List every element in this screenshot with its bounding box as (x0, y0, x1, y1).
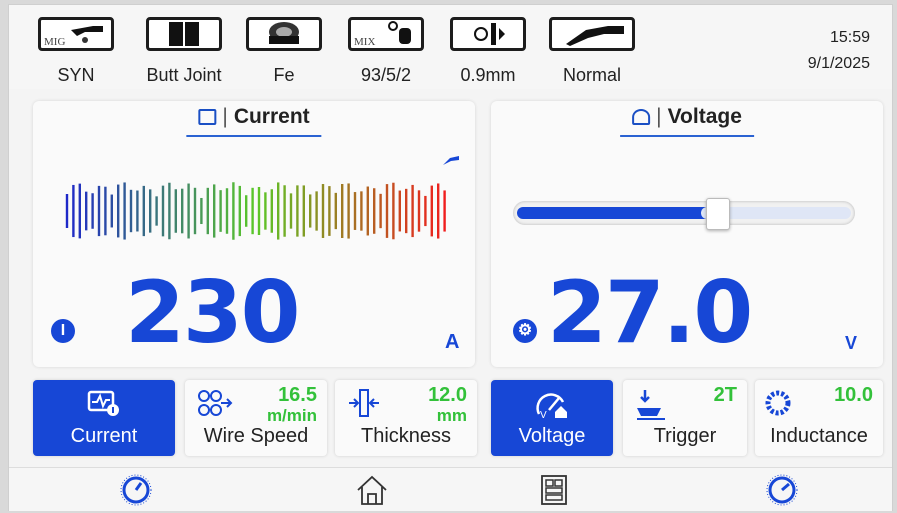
mode-syn-label: SYN (57, 65, 95, 85)
material[interactable]: Fe (229, 13, 339, 89)
thickness-icon (349, 389, 379, 417)
tile-thickness[interactable]: 12.0 mm Thickness (335, 380, 477, 456)
torch-icon (549, 17, 635, 51)
wire-speed-unit: m/min (266, 406, 317, 425)
current-monitor-icon (198, 109, 217, 125)
current-panel: | Current I 230 A (33, 101, 475, 367)
torch-mode-label: Normal (562, 65, 621, 85)
voltage-title-text: Voltage (667, 105, 742, 128)
welder-screen: MIG SYN Butt Joint Fe MIX 93/5/2 0.9mm N… (8, 4, 893, 511)
wire-spool-icon (246, 17, 322, 51)
inductance-value: 10.0 (834, 384, 873, 406)
voltage-gauge-icon (632, 109, 651, 125)
voltage-panel: | Voltage ⚙ 27.0 V (491, 101, 883, 367)
torch-indicator-icon (443, 156, 459, 165)
bottom-nav (9, 467, 892, 511)
wire-diameter[interactable]: 0.9mm (433, 13, 543, 89)
voltage-badge-icon: ⚙ (513, 319, 537, 343)
date: 9/1/2025 (807, 55, 870, 72)
tile-current[interactable]: Current (33, 380, 175, 456)
butt-joint-icon (146, 17, 222, 51)
tile-thickness-label: Thickness (360, 425, 452, 447)
tile-wire-speed[interactable]: 16.5 m/min Wire Speed (185, 380, 327, 456)
current-monitor-icon (87, 390, 119, 416)
current-title-text: Current (233, 105, 310, 128)
tile-inductance-label: Inductance (770, 425, 868, 447)
status-bar: MIG SYN Butt Joint Fe MIX 93/5/2 0.9mm N… (9, 5, 892, 89)
joint-type-label: Butt Joint (146, 65, 222, 85)
tile-voltage[interactable]: V Voltage (491, 380, 613, 456)
wire-diameter-icon (450, 17, 526, 51)
tile-current-label: Current (70, 425, 138, 447)
tile-trigger-label: Trigger (653, 425, 717, 447)
inductance-coil-icon (765, 390, 791, 416)
torch-mode[interactable]: Normal (537, 13, 647, 89)
tile-inductance[interactable]: 10.0 Inductance (755, 380, 883, 456)
svg-text:V: V (540, 410, 547, 420)
voltage-slider-fill (517, 207, 714, 219)
wire-diameter-label: 0.9mm (460, 65, 516, 85)
voltage-slider-handle[interactable] (706, 198, 730, 230)
voltage-slider[interactable] (513, 198, 855, 230)
current-panel-title: | Current (186, 105, 322, 137)
home-icon[interactable] (355, 474, 389, 506)
menu-grid-icon[interactable] (537, 474, 571, 506)
left-dial-icon[interactable] (119, 474, 153, 506)
tile-trigger[interactable]: 2T Trigger (623, 380, 747, 456)
clock: 15:59 9/1/2025 (808, 25, 870, 77)
voltage-value[interactable]: 27.0 (547, 263, 753, 363)
time: 15:59 (829, 29, 870, 46)
current-waveform (65, 182, 446, 240)
current-badge: I (51, 319, 75, 343)
current-value[interactable]: 230 (125, 263, 301, 363)
gas-mix-label: 93/5/2 (360, 65, 412, 85)
mix-tag: MIX (354, 36, 375, 48)
gas-mix[interactable]: MIX 93/5/2 (331, 13, 441, 89)
gas-mix-icon: MIX (348, 17, 424, 51)
mode-syn[interactable]: MIG SYN (21, 13, 131, 89)
trigger-icon (637, 390, 665, 420)
trigger-value: 2T (713, 384, 737, 406)
voltage-unit: V (845, 333, 858, 353)
wire-feed-rollers-icon (198, 390, 233, 416)
tile-voltage-label: Voltage (518, 425, 586, 447)
wire-speed-value: 16.5 (278, 384, 317, 406)
right-dial-icon[interactable] (765, 474, 799, 506)
tile-wire-speed-label: Wire Speed (203, 425, 309, 447)
mig-tag: MIG (44, 36, 65, 48)
material-label: Fe (273, 65, 295, 85)
thickness-value: 12.0 (428, 384, 467, 406)
voltage-panel-title: | Voltage (620, 105, 754, 137)
voltage-gauge-icon: V (536, 393, 567, 420)
current-unit: A (445, 331, 460, 353)
mig-torch-icon: MIG (38, 17, 114, 51)
joint-type[interactable]: Butt Joint (129, 13, 239, 89)
thickness-unit: mm (436, 406, 467, 425)
